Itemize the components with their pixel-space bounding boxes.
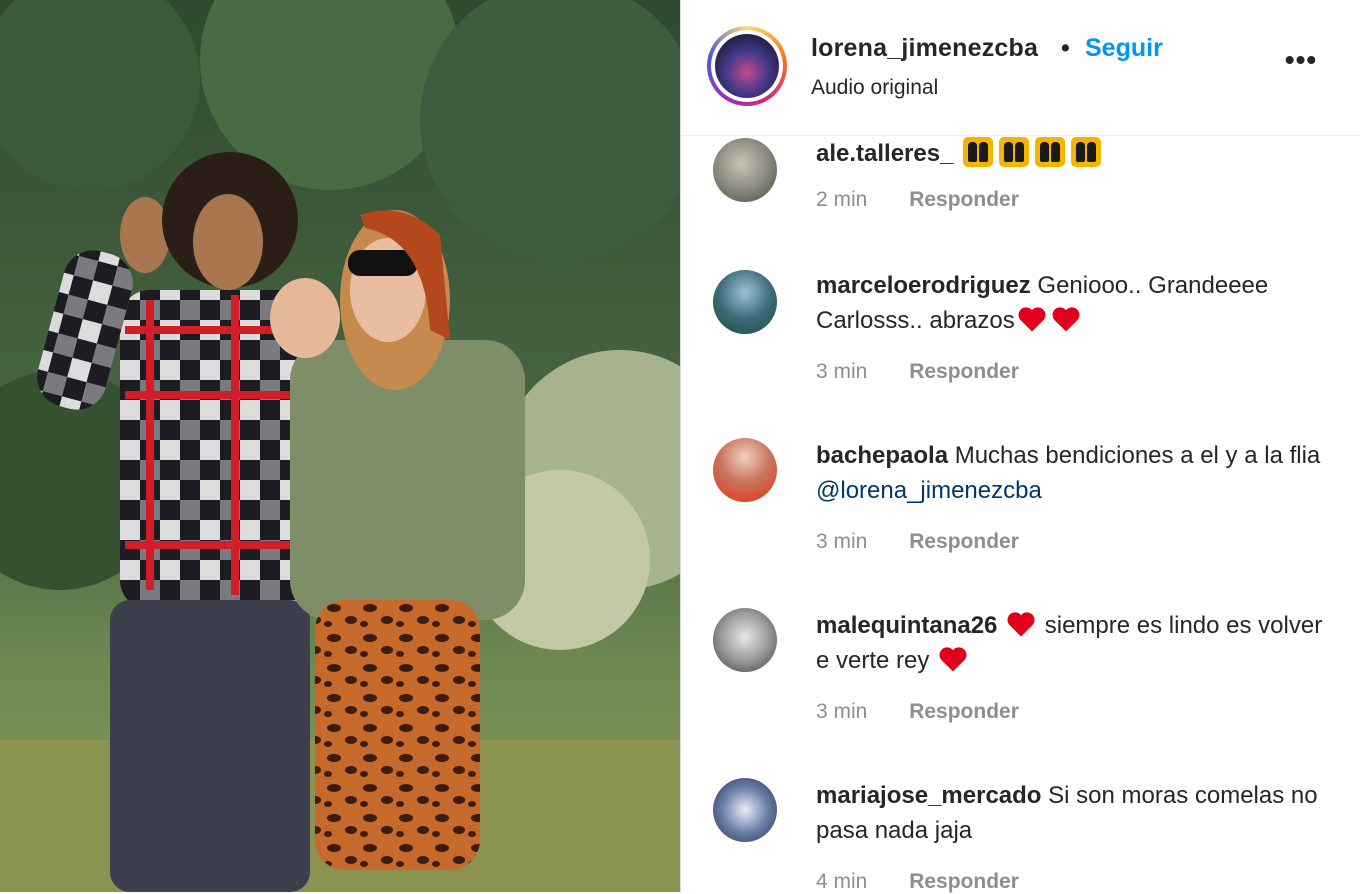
post-media[interactable] (0, 0, 680, 892)
comment-username[interactable]: ale.talleres_ (816, 140, 953, 167)
avatar[interactable] (713, 438, 777, 502)
author-avatar[interactable] (707, 26, 787, 106)
more-options-icon[interactable]: ••• (1281, 46, 1321, 80)
avatar[interactable] (713, 270, 777, 334)
comment-time: 3 min (816, 530, 868, 553)
comment-time: 2 min (816, 188, 868, 211)
comment-time: 3 min (816, 700, 868, 723)
praying-hands-icon (999, 137, 1030, 167)
reply-button[interactable]: Responder (909, 870, 1019, 893)
comment-time: 4 min (816, 870, 868, 893)
separator-dot: • (1061, 34, 1070, 62)
comment-time: 3 min (816, 360, 868, 383)
reply-button[interactable]: Responder (909, 700, 1019, 723)
comment-username[interactable]: malequintana26 (816, 612, 997, 639)
post-sidebar: lorena_jimenezcba • Seguir Audio origina… (680, 0, 1360, 893)
comment-username[interactable]: bachepaola (816, 442, 948, 469)
comment-text: Muchas bendiciones a el y a la flia (954, 442, 1321, 469)
comment-username[interactable]: mariajose_mercado (816, 782, 1041, 809)
mention-link[interactable]: @lorena_jimenezcba (816, 477, 1042, 504)
avatar[interactable] (713, 138, 777, 202)
red-heart-icon (939, 647, 967, 672)
reply-button[interactable]: Responder (909, 360, 1019, 383)
praying-hands-icon (1035, 137, 1066, 167)
red-heart-icon (1007, 612, 1035, 637)
praying-hands-icon (963, 137, 994, 167)
post-photo (0, 0, 680, 892)
post-header: lorena_jimenezcba • Seguir Audio origina… (681, 0, 1360, 136)
praying-hands-icon (1071, 137, 1102, 167)
audio-link[interactable]: Audio original (811, 76, 938, 100)
follow-button[interactable]: Seguir (1085, 34, 1163, 63)
red-heart-icon (1018, 307, 1046, 332)
comment-username[interactable]: marceloerodriguez (816, 272, 1031, 299)
author-username[interactable]: lorena_jimenezcba (811, 34, 1038, 63)
red-heart-icon (1052, 307, 1080, 332)
reply-button[interactable]: Responder (909, 188, 1019, 211)
reply-button[interactable]: Responder (909, 530, 1019, 553)
avatar[interactable] (713, 778, 777, 842)
avatar[interactable] (713, 608, 777, 672)
